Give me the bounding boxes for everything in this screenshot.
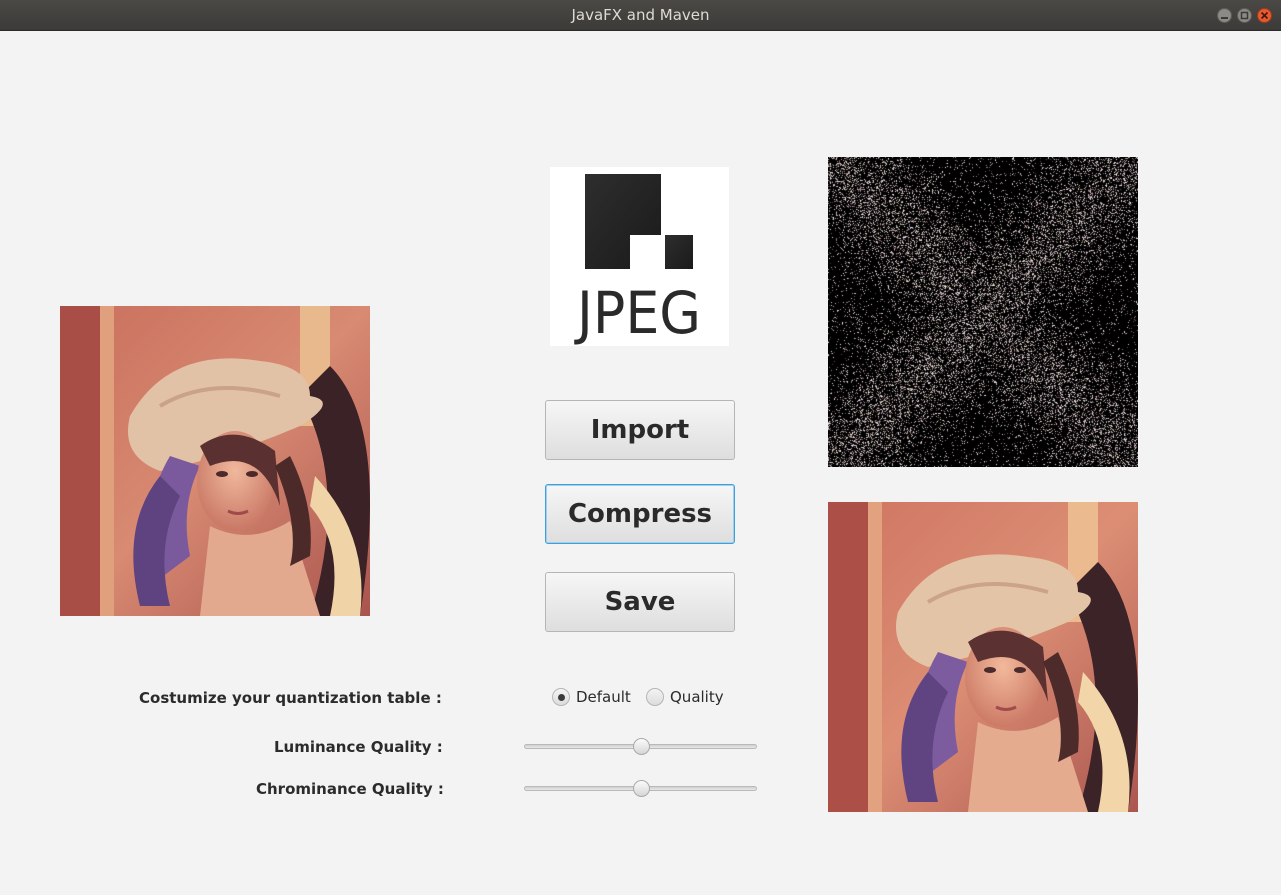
window-title: JavaFX and Maven [571, 6, 710, 24]
save-button[interactable]: Save [545, 572, 735, 632]
close-icon [1260, 11, 1269, 20]
original-image [60, 306, 370, 616]
chrominance-quality-label: Chrominance Quality : [256, 780, 444, 798]
maximize-button[interactable] [1237, 8, 1252, 23]
jpeg-logo: JPEG [550, 167, 729, 347]
radio-quality-label: Quality [670, 688, 724, 706]
radio-default-label: Default [576, 688, 631, 706]
quantization-table-label: Costumize your quantization table : [139, 689, 442, 707]
minimize-button[interactable] [1217, 8, 1232, 23]
dct-coefficients-image [828, 157, 1138, 467]
radio-default[interactable]: Default [552, 688, 631, 706]
close-button[interactable] [1257, 8, 1272, 23]
maximize-icon [1240, 11, 1249, 20]
radio-quality[interactable]: Quality [646, 688, 724, 706]
compressed-image [828, 502, 1138, 812]
import-button[interactable]: Import [545, 400, 735, 460]
logo-text: JPEG [574, 279, 701, 346]
chrominance-slider-thumb[interactable] [632, 780, 650, 797]
minimize-icon [1221, 17, 1228, 19]
compress-button[interactable]: Compress [545, 484, 735, 544]
main-content: JPEG Import Compress Save Costumize your… [0, 31, 1281, 895]
luminance-quality-slider[interactable] [524, 737, 757, 757]
luminance-quality-label: Luminance Quality : [274, 738, 443, 756]
radio-default-indicator[interactable] [552, 688, 570, 706]
chrominance-quality-slider[interactable] [524, 779, 757, 799]
radio-quality-indicator[interactable] [646, 688, 664, 706]
title-bar: JavaFX and Maven [0, 0, 1281, 31]
luminance-slider-thumb[interactable] [632, 738, 650, 755]
